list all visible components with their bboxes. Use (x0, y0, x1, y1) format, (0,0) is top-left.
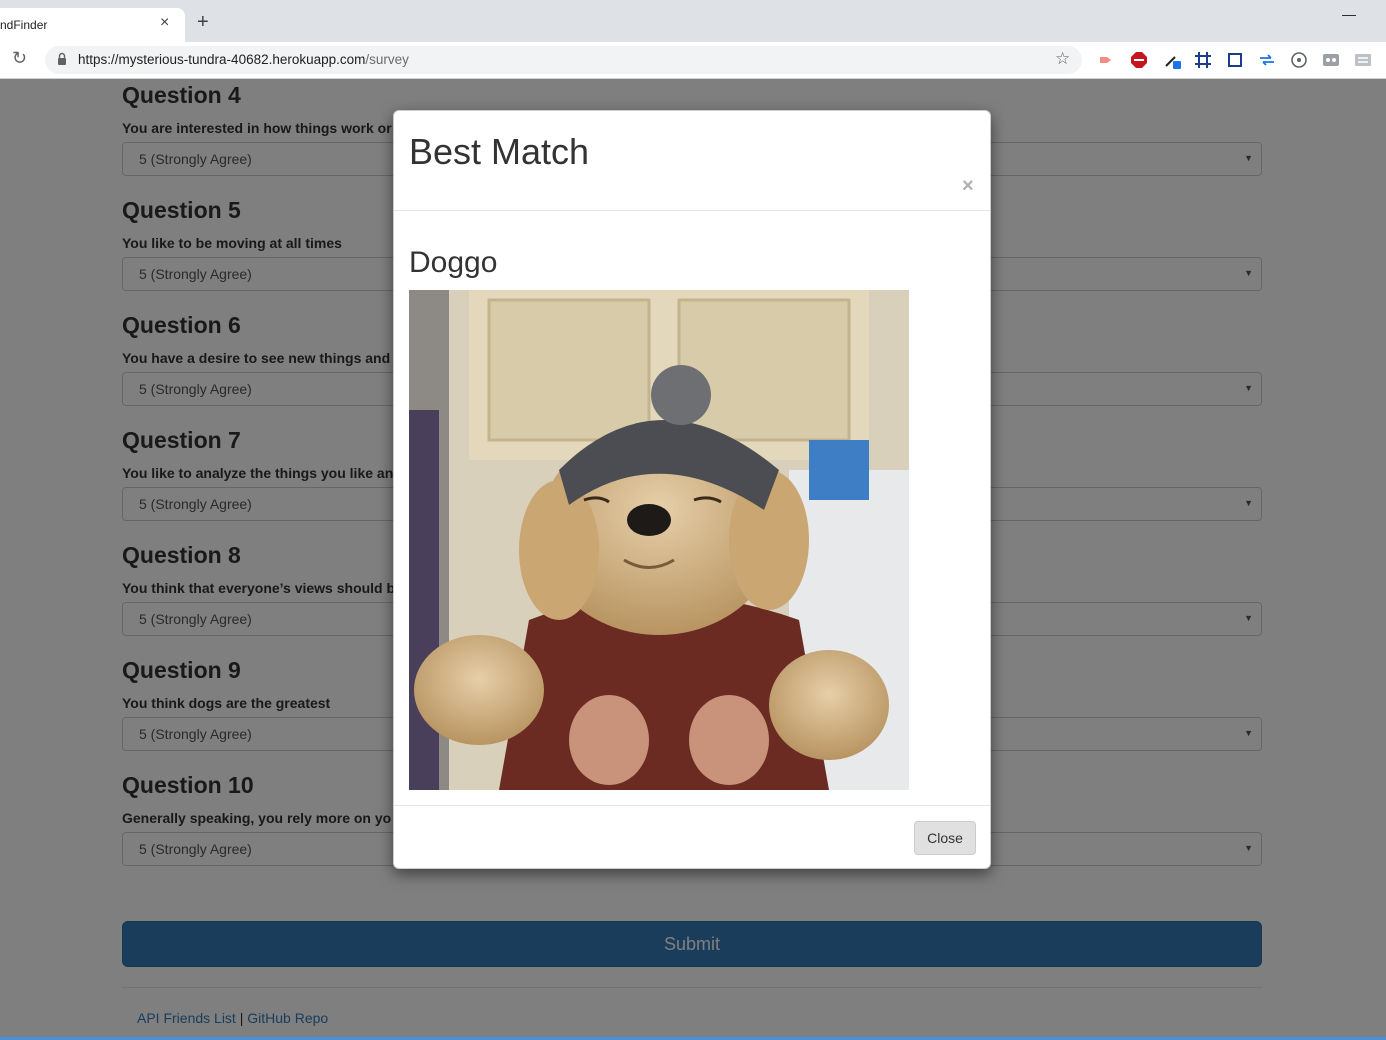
match-photo (409, 290, 909, 790)
minimize-icon[interactable]: — (1342, 6, 1356, 22)
tab-close-icon[interactable]: × (160, 14, 169, 32)
crop-grid-icon[interactable] (1194, 51, 1212, 69)
extension-square-icon[interactable] (1354, 51, 1372, 69)
best-match-modal: Best Match × Doggo Close (393, 110, 991, 869)
browser-tabstrip: ndFinder × + — (0, 0, 1386, 42)
eyedropper-icon[interactable] (1163, 51, 1181, 69)
new-tab-icon[interactable]: + (197, 12, 209, 32)
url-text: https://mysterious-tundra-40682.herokuap… (78, 52, 409, 67)
bookmark-star-icon[interactable]: ☆ (1055, 49, 1070, 69)
address-bar[interactable]: https://mysterious-tundra-40682.herokuap… (45, 46, 1082, 74)
url-host: https://mysterious-tundra-40682.herokuap… (78, 52, 366, 67)
modal-title: Best Match (409, 131, 590, 172)
puppy-photo-illustration (409, 290, 909, 790)
sync-arrows-icon[interactable] (1258, 51, 1276, 69)
browser-tab[interactable]: ndFinder × (0, 8, 185, 42)
lock-icon (58, 52, 66, 65)
browser-toolbar: ↻ https://mysterious-tundra-40682.heroku… (0, 42, 1386, 79)
reload-icon[interactable]: ↻ (12, 48, 27, 69)
lastpass-icon[interactable] (1322, 51, 1340, 69)
modal-footer: Close (394, 805, 990, 868)
adblock-icon[interactable] (1130, 51, 1148, 69)
tab-title: ndFinder (0, 18, 48, 32)
url-path: /survey (365, 52, 409, 67)
circle-extension-icon[interactable] (1290, 51, 1308, 69)
modal-header: Best Match × (394, 111, 990, 211)
close-button[interactable]: Close (914, 821, 976, 855)
screenshot-icon[interactable] (1226, 51, 1244, 69)
extension-arrow-icon[interactable] (1097, 51, 1115, 69)
close-x-icon[interactable]: × (962, 175, 974, 198)
match-name: Doggo (409, 246, 498, 279)
